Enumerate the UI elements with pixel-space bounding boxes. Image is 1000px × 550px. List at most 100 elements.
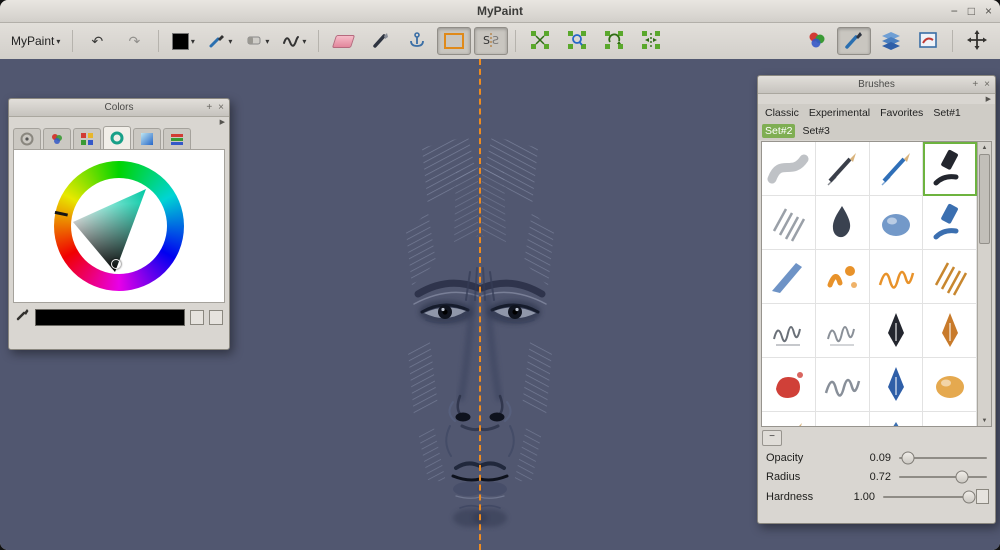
brush-thumbnail[interactable] [923, 196, 977, 250]
radius-slider[interactable] [897, 470, 989, 484]
brush-thumbnail[interactable] [870, 142, 924, 196]
scrollbar-thumb[interactable] [979, 154, 990, 244]
view-rotate-button[interactable] [597, 27, 631, 55]
close-panel-button[interactable]: × [984, 80, 990, 90]
separator [158, 30, 159, 52]
brush-thumbnail[interactable] [923, 358, 977, 412]
close-button[interactable]: × [985, 5, 992, 17]
colors-tab-palette[interactable] [73, 128, 101, 149]
eraser-mode-icon [245, 31, 263, 52]
main-menu-button[interactable]: MyPaint ▾ [6, 27, 65, 55]
lock-alpha-tool-button[interactable] [400, 27, 434, 55]
minimize-button[interactable]: − [951, 5, 958, 17]
symmetry-tool-button[interactable]: SS [474, 27, 508, 55]
collapse-settings-button[interactable]: − [762, 430, 782, 446]
brush-thumbnail[interactable] [762, 412, 816, 427]
brush-tab-set1[interactable]: Set#1 [930, 106, 963, 120]
colors-tab-sliders[interactable] [163, 128, 191, 149]
slider-handle[interactable] [902, 452, 915, 465]
hardness-stepper[interactable] [976, 489, 989, 504]
hardness-slider[interactable] [881, 490, 973, 504]
window-title: MyPaint [477, 4, 523, 18]
redo-button[interactable]: ↷ [117, 27, 151, 55]
brush-thumbnail[interactable] [816, 250, 870, 304]
add-to-palette-icon[interactable] [190, 310, 204, 325]
sv-selector[interactable] [111, 259, 121, 269]
line-mode-button[interactable]: ▾ [277, 27, 311, 55]
layers-window-toggle[interactable] [874, 27, 908, 55]
brush-thumbnail[interactable] [870, 196, 924, 250]
colors-window-titlebar[interactable]: Colors + × [9, 99, 229, 117]
brush-thumbnail[interactable] [923, 304, 977, 358]
brush-thumbnail[interactable] [762, 358, 816, 412]
brushes-window-controls: + × [972, 76, 990, 93]
frame-tool-button[interactable] [437, 27, 471, 55]
brushes-window-titlebar[interactable]: Brushes + × [758, 76, 995, 94]
eraser-tool-button[interactable] [326, 27, 360, 55]
brush-thumbnail[interactable] [816, 142, 870, 196]
colors-window: Colors + × ▶ [8, 98, 230, 350]
brush-tab-set2[interactable]: Set#2 [762, 124, 795, 138]
brushes-window-title: Brushes [858, 79, 895, 90]
brush-thumbnail[interactable] [870, 358, 924, 412]
brush-grid [762, 142, 977, 426]
brush-tab-favorites[interactable]: Favorites [877, 106, 926, 120]
colors-tab-wheel[interactable] [13, 128, 41, 149]
brush-tab-experimental[interactable]: Experimental [806, 106, 873, 120]
scroll-up-button[interactable]: ▲ [978, 142, 991, 153]
brush-tab-set3[interactable]: Set#3 [799, 124, 832, 138]
sv-triangle[interactable] [54, 161, 184, 291]
brushes-window-toggle[interactable] [837, 27, 871, 55]
color-details-icon[interactable] [209, 310, 223, 325]
opacity-slider[interactable] [897, 451, 989, 465]
slider-handle[interactable] [963, 490, 976, 503]
brushes-panel-menu-button[interactable]: ▶ [758, 94, 995, 104]
brush-thumbnail[interactable] [870, 304, 924, 358]
brush-thumbnail[interactable] [816, 304, 870, 358]
detach-button[interactable]: + [206, 103, 212, 113]
brush-grid-wrap: ▲ ▼ [761, 141, 992, 427]
brush-thumbnail[interactable] [923, 250, 977, 304]
maximize-button[interactable]: □ [968, 5, 975, 17]
detach-button[interactable]: + [972, 80, 978, 90]
brush-thumbnail[interactable] [816, 412, 870, 427]
brush-thumbnail[interactable] [870, 412, 924, 427]
close-panel-button[interactable]: × [218, 103, 224, 113]
brush-thumbnail[interactable] [816, 196, 870, 250]
brush-tab-classic[interactable]: Classic [762, 106, 802, 120]
scratchpad-window-toggle[interactable] [911, 27, 945, 55]
undo-button[interactable]: ↶ [80, 27, 114, 55]
brush-thumbnail[interactable] [870, 250, 924, 304]
eyedropper-icon[interactable] [15, 307, 30, 327]
brush-thumbnail[interactable] [762, 142, 816, 196]
brush-grid-scrollbar[interactable]: ▲ ▼ [977, 142, 991, 426]
brush-thumbnail[interactable] [923, 142, 977, 196]
brush-thumbnail[interactable] [762, 196, 816, 250]
symmetry-axis-line[interactable] [479, 59, 481, 550]
hardness-slider-row: Hardness 1.00 [758, 486, 995, 506]
current-color-bar[interactable] [35, 309, 185, 326]
color-picker-tool-button[interactable] [363, 27, 397, 55]
scroll-down-button[interactable]: ▼ [978, 415, 991, 426]
slider-handle[interactable] [955, 471, 968, 484]
view-pan-button[interactable] [523, 27, 557, 55]
pan-tool-button[interactable] [960, 27, 994, 55]
hsv-wheel-area[interactable] [13, 149, 225, 303]
colors-window-toggle[interactable] [800, 27, 834, 55]
component-bars-icon [170, 132, 184, 146]
brush-thumbnail[interactable] [762, 250, 816, 304]
rgb-circles-icon [50, 132, 64, 146]
brush-selector-button[interactable]: ▾ [203, 27, 237, 55]
view-mirror-button[interactable] [634, 27, 668, 55]
color-swatch-button[interactable]: ▾ [166, 27, 200, 55]
brush-thumbnail[interactable] [816, 358, 870, 412]
scratchpad-icon [917, 30, 939, 53]
brush-thumbnail[interactable] [923, 412, 977, 427]
view-zoom-button[interactable] [560, 27, 594, 55]
colors-tab-ring[interactable] [103, 126, 131, 149]
colors-tab-rgb[interactable] [43, 128, 71, 149]
eraser-mode-button[interactable]: ▾ [240, 27, 274, 55]
brush-thumbnail[interactable] [762, 304, 816, 358]
colors-tab-gradient[interactable] [133, 128, 161, 149]
brush-icon [208, 31, 226, 52]
